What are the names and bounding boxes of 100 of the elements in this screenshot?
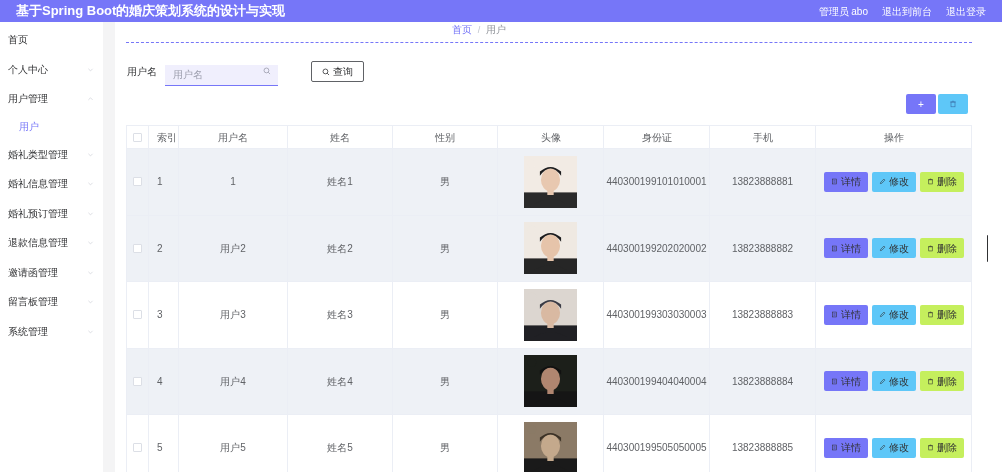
table-cell-text: 姓名1 [327, 175, 353, 190]
checkbox[interactable] [133, 310, 142, 320]
table-cell-text: 13823888881 [731, 175, 794, 190]
detail-button[interactable]: 详情 [824, 304, 868, 325]
user-label: 管理员 abo [818, 4, 868, 19]
delete-button[interactable]: 删除 [920, 371, 964, 392]
column-header: 头像 [540, 130, 561, 145]
checkbox[interactable] [133, 443, 142, 453]
sidebar-item[interactable]: 婚礼预订管理 [0, 198, 103, 228]
checkbox[interactable] [133, 177, 142, 187]
table-cell-text: 440300199101010001 [606, 175, 707, 190]
sidebar-item[interactable]: 留言板管理 [0, 287, 103, 317]
sidebar-item[interactable]: 退款信息管理 [0, 228, 103, 258]
column-header: 手机 [752, 130, 773, 145]
edit-button[interactable]: 修改 [872, 437, 916, 458]
table-cell-text: 男 [440, 308, 450, 323]
column-header: 操作 [883, 130, 904, 145]
breadcrumb-item: 用户 [486, 23, 507, 37]
table-cell-text: 用户4 [220, 374, 246, 389]
sidebar-item[interactable]: 个人中心 [0, 54, 103, 84]
checkbox[interactable] [133, 376, 142, 386]
table-cell-text: 姓名5 [327, 441, 353, 456]
detail-button[interactable]: 详情 [824, 171, 868, 192]
edit-button[interactable]: 修改 [872, 371, 916, 392]
table-cell-text: 姓名3 [327, 308, 353, 323]
table-cell-text: 男 [440, 241, 450, 256]
table-cell-text: 13823888883 [731, 308, 794, 323]
column-header: 姓名 [330, 130, 350, 145]
search-field[interactable]: 用户名 [165, 64, 278, 86]
document-icon [831, 244, 838, 252]
column-header: 索引 [157, 130, 177, 145]
delete-button[interactable]: 删除 [920, 304, 964, 325]
table-cell-text: 5 [157, 441, 163, 456]
breadcrumb-item[interactable]: 首页 [451, 22, 472, 37]
table-cell-text: 13823888882 [731, 241, 794, 256]
edit-button[interactable]: 修改 [872, 171, 916, 192]
table-cell-text: 姓名4 [327, 374, 353, 389]
sidebar-subitem[interactable]: 用户 [0, 113, 103, 140]
pencil-icon [879, 311, 886, 319]
table-cell-text: 440300199404040004 [606, 374, 707, 389]
delete-button[interactable] [938, 94, 968, 114]
document-icon [831, 377, 838, 385]
sidebar-item[interactable]: 首页 [0, 25, 103, 55]
trash-icon [927, 178, 934, 186]
table-cell-text: 3 [157, 308, 163, 323]
table-cell-text: 姓名2 [327, 241, 353, 256]
delete-button[interactable]: 删除 [920, 171, 964, 192]
detail-button[interactable]: 详情 [824, 238, 868, 259]
sidebar-item[interactable]: 婚礼信息管理 [0, 169, 103, 199]
sidebar-item[interactable]: 婚礼类型管理 [0, 139, 103, 169]
header-link[interactable]: 退出登录 [946, 3, 986, 19]
pencil-icon [879, 244, 886, 252]
trash-icon [927, 311, 934, 319]
field-label: 用户名 [127, 65, 157, 79]
app-title: 基于Spring Boot的婚庆策划系统的设计与实现 [16, 2, 286, 21]
document-icon [831, 311, 838, 319]
table-cell-text: 1 [157, 175, 163, 190]
sidebar-item[interactable]: 系统管理 [0, 316, 103, 346]
table-cell-text: 13823888885 [731, 441, 794, 456]
table-cell-text: 440300199303030003 [606, 308, 707, 323]
trash-icon [927, 377, 934, 385]
column-header: 身份证 [641, 130, 672, 145]
add-button[interactable]: + [906, 94, 936, 114]
checkbox[interactable] [133, 132, 142, 142]
table-cell-text: 男 [440, 441, 450, 456]
table-cell-text: 2 [157, 241, 163, 256]
delete-button[interactable]: 删除 [920, 437, 964, 458]
table-cell-text: 用户5 [220, 441, 246, 456]
breadcrumb-separator: / [477, 23, 481, 37]
detail-button[interactable]: 详情 [824, 437, 868, 458]
delete-button[interactable]: 删除 [920, 238, 964, 259]
trash-icon [949, 100, 957, 108]
pencil-icon [879, 178, 886, 186]
edit-button[interactable]: 修改 [872, 304, 916, 325]
document-icon [831, 178, 838, 186]
column-header: 用户名 [218, 130, 248, 145]
document-icon [831, 444, 838, 452]
search-icon [263, 67, 271, 75]
header-link[interactable]: 退出到前台 [882, 3, 932, 19]
checkbox[interactable] [133, 243, 142, 253]
table-cell-text: 男 [440, 374, 450, 389]
pencil-icon [879, 444, 886, 452]
table-cell-text: 440300199202020002 [606, 241, 707, 256]
sidebar-item[interactable]: 邀请函管理 [0, 257, 103, 287]
search-button[interactable]: 查询 [311, 61, 364, 82]
trash-icon [927, 244, 934, 252]
table-cell-text: 男 [440, 175, 450, 190]
table-cell-text: 13823888884 [731, 374, 794, 389]
column-header: 性别 [435, 130, 455, 145]
sidebar-item[interactable]: 用户管理 [0, 84, 103, 114]
table-cell-text: 440300199505050005 [606, 441, 707, 456]
trash-icon [927, 444, 934, 452]
edit-button[interactable]: 修改 [872, 238, 916, 259]
pencil-icon [879, 377, 886, 385]
table-cell-text: 用户3 [220, 308, 246, 323]
search-icon [322, 67, 330, 76]
detail-button[interactable]: 详情 [824, 371, 868, 392]
table-cell-text: 1 [230, 175, 236, 190]
table-cell-text: 用户2 [220, 241, 246, 256]
table-cell-text: 4 [157, 374, 163, 389]
